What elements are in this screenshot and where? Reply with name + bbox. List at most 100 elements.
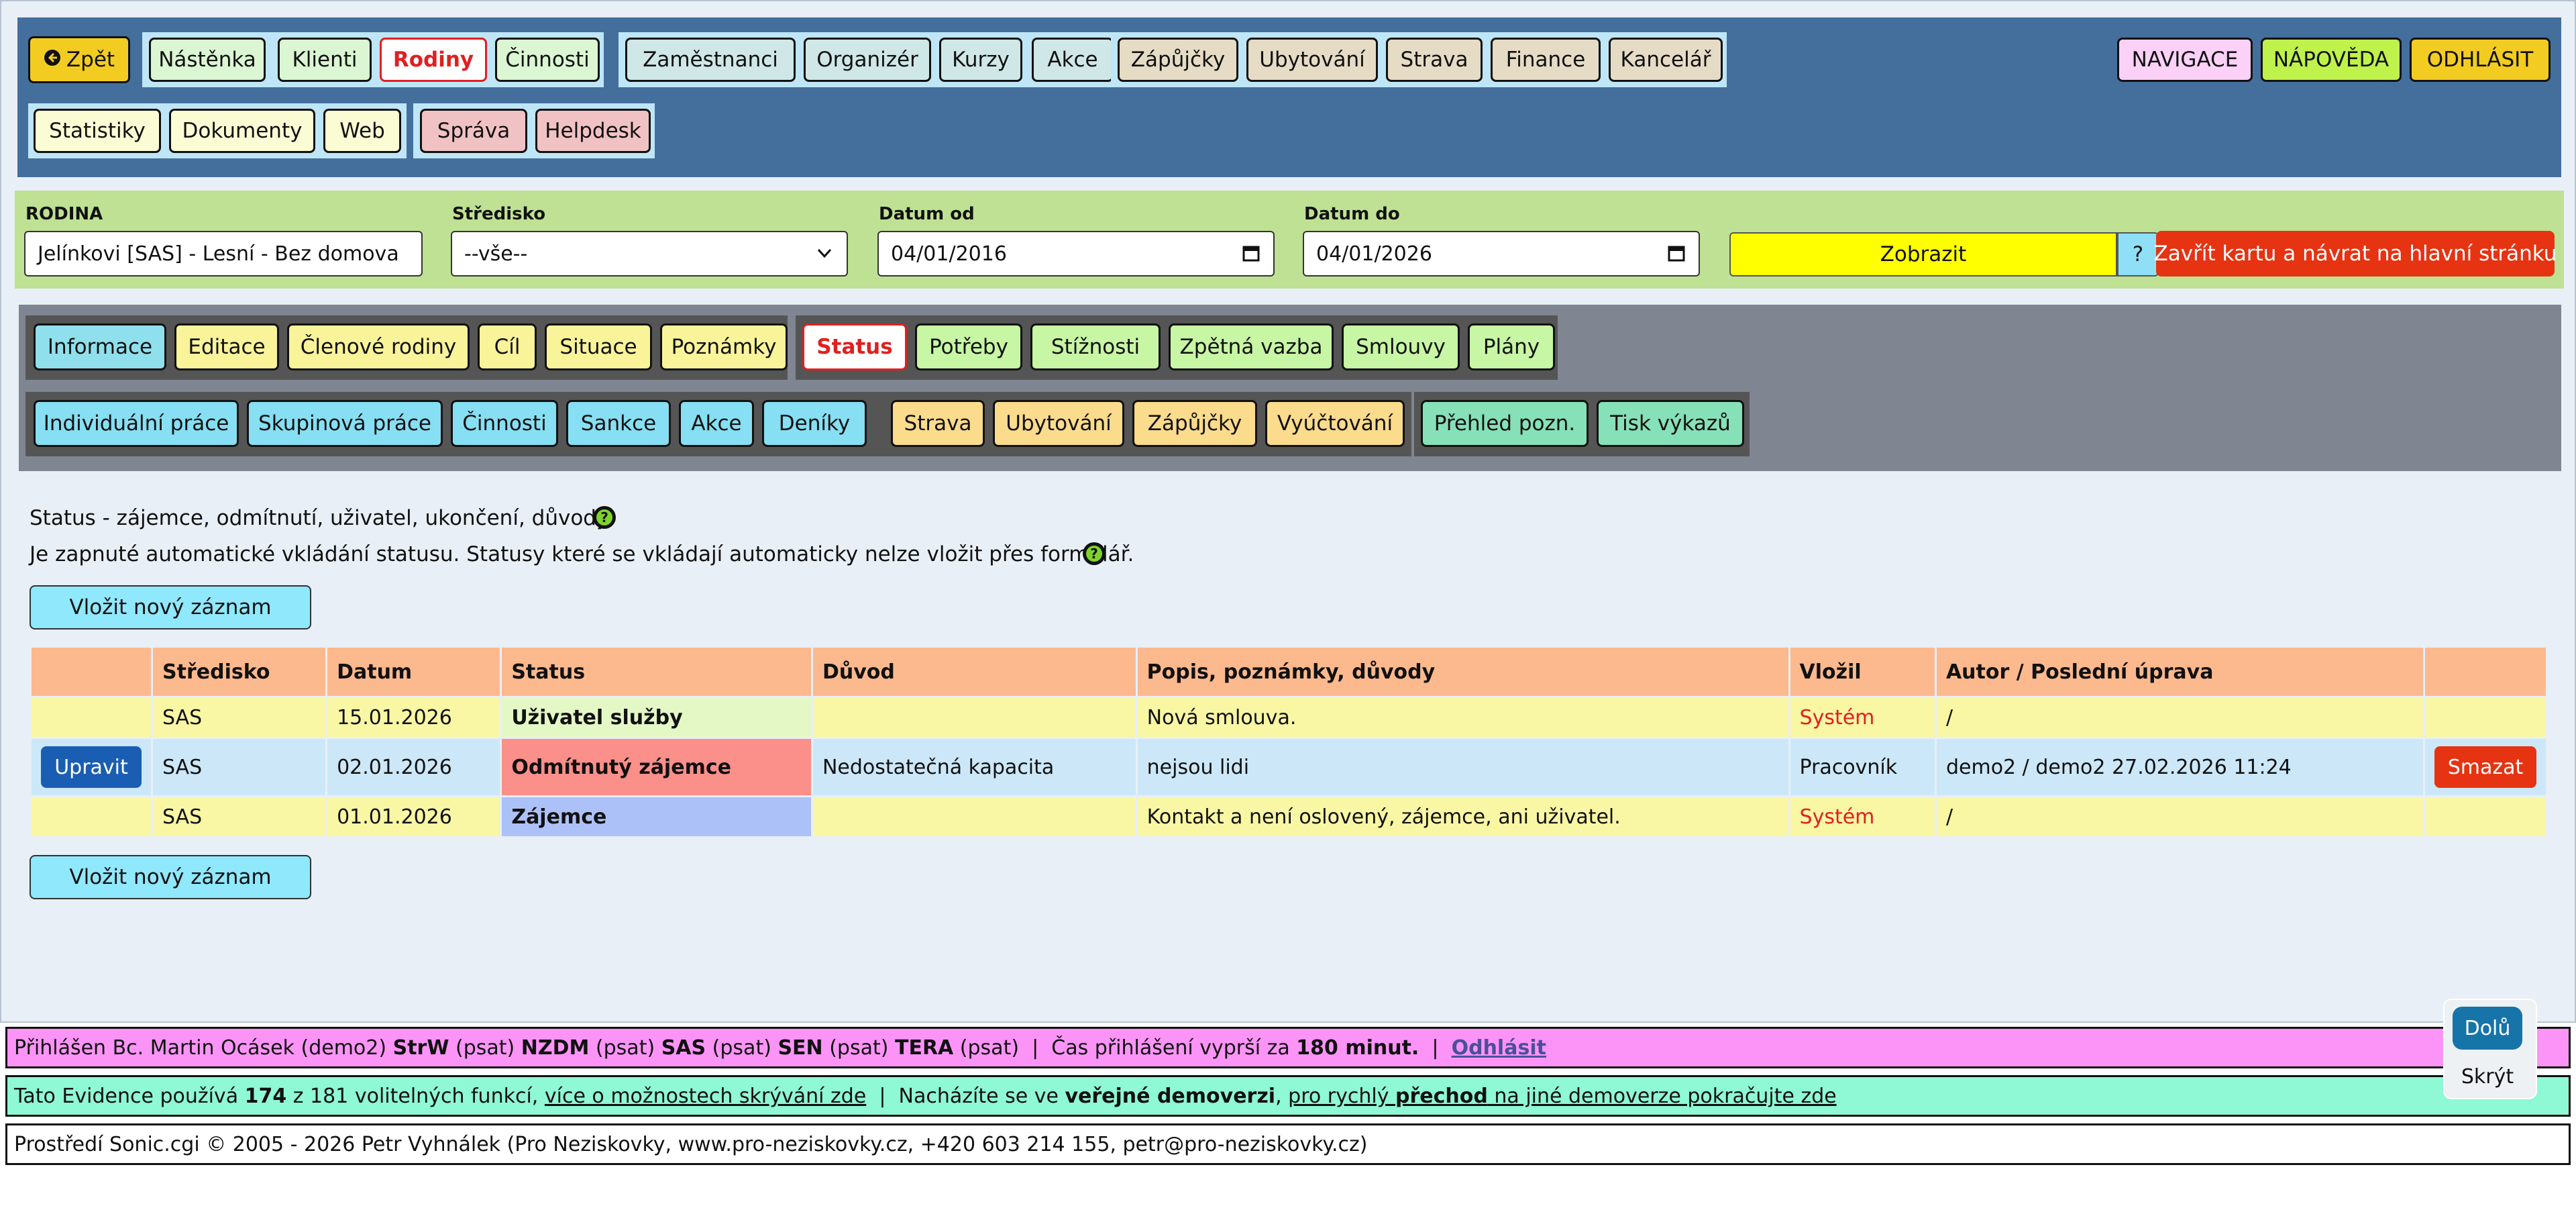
tab-sankce[interactable]: Sankce [566, 400, 671, 447]
filter-help-button[interactable]: ? [2117, 232, 2159, 276]
cell-datum: 15.01.2026 [327, 698, 500, 737]
napoveda-button[interactable]: NÁPOVĚDA [2261, 38, 2402, 82]
scroll-widget: Dolů Skrýt [2443, 999, 2537, 1099]
nav-sprava[interactable]: Správa [420, 109, 527, 153]
cell-delete [2424, 797, 2546, 836]
zobrazit-button[interactable]: Zobrazit [1729, 232, 2117, 276]
edit-button[interactable]: Upravit [41, 746, 142, 788]
cell-status: Odmítnutý zájemce [502, 739, 811, 795]
sonic-link[interactable]: Sonic.cgi [109, 1133, 200, 1156]
filter-bar: RODINA Jelínkovi [SAS] - Lesní - Bez dom… [15, 191, 2564, 289]
cell-status: Zájemce [502, 797, 811, 836]
tab-situace[interactable]: Situace [545, 323, 652, 370]
nav-nastenka[interactable]: Nástěnka [149, 38, 266, 82]
nav-kurzy[interactable]: Kurzy [939, 38, 1022, 82]
nav-zamestnanci[interactable]: Zaměstnanci [625, 38, 796, 82]
status-description: Status - zájemce, odmítnutí, uživatel, u… [30, 506, 612, 530]
back-button[interactable]: Zpět [28, 36, 130, 83]
tab-strava[interactable]: Strava [891, 400, 985, 447]
website-link[interactable]: www.pro-neziskovky.cz [678, 1133, 908, 1156]
page-content: Zpět Nástěnka Klienti Rodiny Činnosti Za… [0, 0, 2576, 1023]
tab-smlouvy[interactable]: Smlouvy [1342, 323, 1460, 370]
nav-akce[interactable]: Akce [1032, 38, 1114, 82]
tab-informace[interactable]: Informace [34, 323, 166, 370]
nav-kancelar[interactable]: Kancelář [1609, 38, 1723, 82]
status-table: Středisko Datum Status Důvod Popis, pozn… [30, 646, 2548, 838]
tab-deniky[interactable]: Deníky [762, 400, 867, 447]
arrow-left-icon [44, 48, 61, 72]
nav-cinnosti[interactable]: Činnosti [495, 38, 600, 82]
nav-ubytovani[interactable]: Ubytování [1246, 38, 1378, 82]
col-header-status: Status [502, 648, 811, 696]
scroll-down-button[interactable]: Dolů [2453, 1007, 2522, 1050]
tab-potreby[interactable]: Potřeby [915, 323, 1022, 370]
datum-od-field[interactable]: 04/01/2016 [877, 231, 1275, 276]
close-card-button[interactable]: Zavřít kartu a návrat na hlavní stránku [2154, 231, 2557, 276]
navigace-button[interactable]: NAVIGACE [2117, 38, 2253, 82]
col-header-autor: Autor / Poslední úprava [1936, 648, 2423, 696]
help-icon[interactable]: ? [1081, 541, 1107, 572]
tab-ubytovani[interactable]: Ubytování [993, 400, 1124, 447]
cell-duvod [812, 797, 1136, 836]
tab-vyuctovani[interactable]: Vyúčtování [1265, 400, 1405, 447]
svg-text:?: ? [1090, 546, 1098, 562]
hide-widget-button[interactable]: Skrýt [2453, 1060, 2522, 1093]
cell-popis: Kontakt a není oslovený, zájemce, ani už… [1137, 797, 1788, 836]
tab-stiznosti[interactable]: Stížnosti [1030, 323, 1161, 370]
copyright-bar: Prostředí Sonic.cgi © 2005 - 2026 Petr V… [5, 1123, 2571, 1165]
hiding-info-link[interactable]: více o možnostech skrývání zde [545, 1085, 866, 1108]
nav-strava[interactable]: Strava [1386, 38, 1483, 82]
cell-stredisko: SAS [153, 739, 326, 795]
table-row: SAS 15.01.2026 Uživatel služby Nová smlo… [32, 698, 2546, 737]
logout-link[interactable]: Odhlásit [1452, 1036, 1546, 1060]
help-icon[interactable]: ? [592, 505, 617, 536]
insert-record-button-top[interactable]: Vložit nový záznam [30, 585, 311, 630]
odhlasit-button[interactable]: ODHLÁSIT [2410, 38, 2551, 82]
cell-delete: Smazat [2424, 739, 2546, 795]
datum-do-field[interactable]: 04/01/2026 [1303, 231, 1700, 276]
cell-vlozil: Systém [1790, 797, 1935, 836]
cell-status: Uživatel služby [502, 698, 811, 737]
tab-zpetna-vazba[interactable]: Zpětná vazba [1169, 323, 1334, 370]
demo-switch-link[interactable]: pro rychlý přechod na jiné demoverze pok… [1288, 1085, 1837, 1108]
tab-prehled-pozn[interactable]: Přehled pozn. [1421, 400, 1589, 447]
nav-zapujcky[interactable]: Zápůjčky [1118, 38, 1238, 82]
cell-duvod: Nedostatečná kapacita [812, 739, 1136, 795]
stredisko-select[interactable]: --vše-- [451, 231, 848, 276]
nav-rodiny[interactable]: Rodiny [380, 38, 487, 82]
nav-dokumenty[interactable]: Dokumenty [169, 109, 315, 153]
login-info-bar: Přihlášen Bc. Martin Ocásek (demo2) StrW… [5, 1027, 2571, 1068]
nav-finance[interactable]: Finance [1491, 38, 1601, 82]
tab-tisk-vykazu[interactable]: Tisk výkazů [1597, 400, 1744, 447]
tab-akce[interactable]: Akce [679, 400, 754, 447]
tab-skupinova-prace[interactable]: Skupinová práce [247, 400, 443, 447]
top-navigation: Zpět Nástěnka Klienti Rodiny Činnosti Za… [17, 17, 2561, 177]
stredisko-label: Středisko [452, 204, 546, 224]
tab-clenove-rodiny[interactable]: Členové rodiny [287, 323, 470, 370]
table-header-row: Středisko Datum Status Důvod Popis, pozn… [32, 648, 2546, 696]
nav-statistiky[interactable]: Statistiky [34, 109, 161, 153]
calendar-icon [1666, 243, 1686, 268]
nav-organizer[interactable]: Organizér [804, 38, 931, 82]
insert-record-button-bottom[interactable]: Vložit nový záznam [30, 855, 311, 899]
card-tabs: Informace Editace Členové rodiny Cíl Sit… [19, 305, 2561, 471]
tab-individualni-prace[interactable]: Individuální práce [34, 400, 239, 447]
nav-web[interactable]: Web [323, 109, 401, 153]
col-header-popis: Popis, poznámky, důvody [1137, 648, 1788, 696]
tab-zapujcky[interactable]: Zápůjčky [1132, 400, 1257, 447]
delete-button[interactable]: Smazat [2434, 746, 2536, 788]
nav-klienti[interactable]: Klienti [278, 38, 372, 82]
datum-od-label: Datum od [879, 204, 975, 224]
col-header-datum: Datum [327, 648, 500, 696]
table-row: SAS 01.01.2026 Zájemce Kontakt a není os… [32, 797, 2546, 836]
tab-editace[interactable]: Editace [174, 323, 279, 370]
tab-status[interactable]: Status [802, 323, 907, 370]
nav-helpdesk[interactable]: Helpdesk [535, 109, 651, 153]
email-link[interactable]: petr@pro-neziskovky.cz [1123, 1133, 1360, 1156]
tab-plany[interactable]: Plány [1468, 323, 1555, 370]
tab-cinnosti[interactable]: Činnosti [451, 400, 558, 447]
tab-poznamky[interactable]: Poznámky [660, 323, 788, 370]
cell-actions [32, 698, 151, 737]
rodina-field[interactable]: Jelínkovi [SAS] - Lesní - Bez domova [24, 231, 423, 276]
tab-cil[interactable]: Cíl [478, 323, 537, 370]
